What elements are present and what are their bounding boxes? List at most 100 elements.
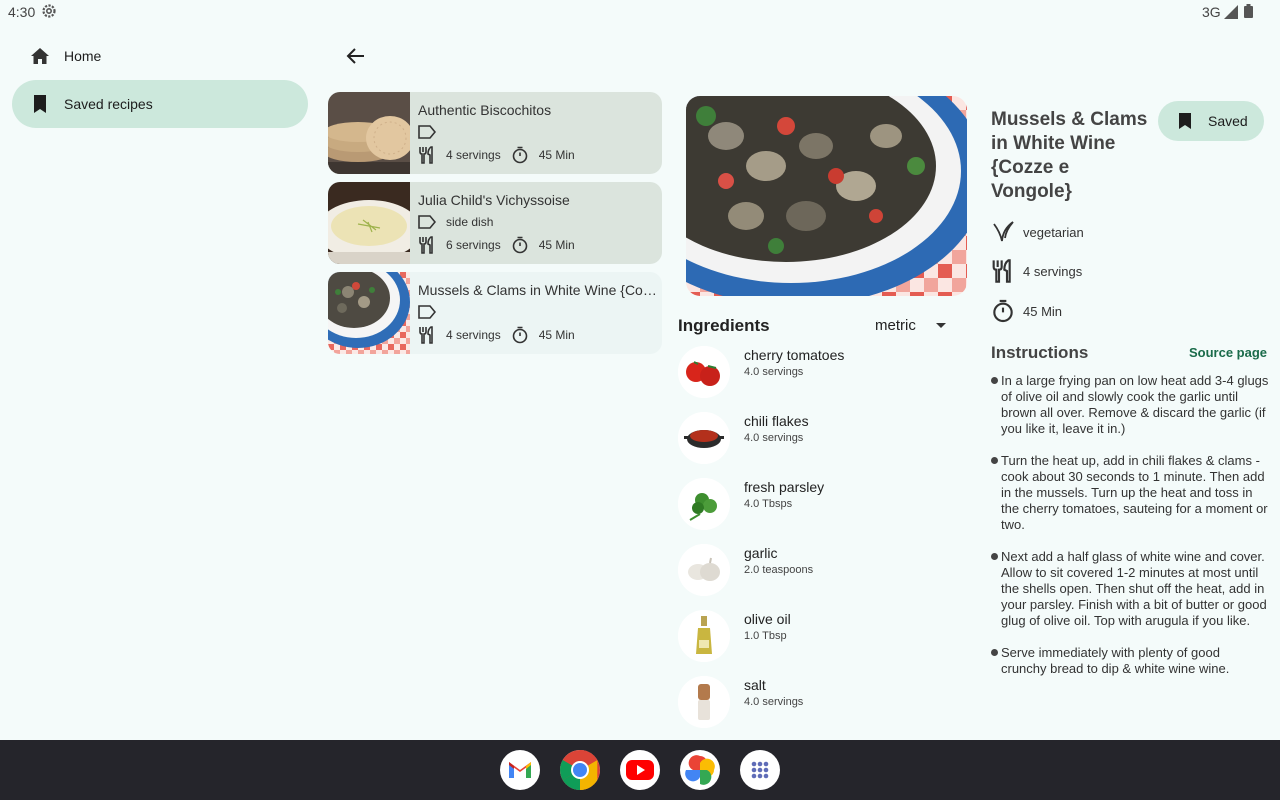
nav-item-label: Saved recipes [64, 96, 153, 112]
bullet-icon [991, 553, 998, 560]
ingredient-quantity: 2.0 teaspoons [744, 564, 814, 576]
ingredient-quantity: 4.0 servings [744, 432, 804, 444]
instruction-step: In a large frying pan on low heat add 3-… [991, 373, 1269, 437]
chrome-app-button[interactable] [560, 750, 600, 790]
recipe-tag: side dish [446, 215, 494, 229]
ingredient-item: salt 4.0 servings [678, 676, 958, 730]
ingredient-name: salt [744, 677, 766, 693]
fork-knife-icon [419, 326, 433, 344]
gmail-icon [509, 762, 531, 778]
fork-knife-icon [419, 236, 433, 254]
dropdown-caret-icon [935, 323, 946, 328]
servings-label: 4 servings [1023, 263, 1083, 279]
recipe-card-vichyssoise[interactable]: Julia Child's Vichyssoise side dish 6 se… [328, 182, 662, 264]
nav-item-home[interactable]: Home [12, 32, 308, 80]
recipe-meta: 4 servings 45 Min [418, 326, 575, 344]
bullet-icon [991, 649, 998, 656]
recipe-title: Julia Child's Vichyssoise [418, 192, 570, 208]
ingredients-heading: Ingredients [678, 316, 770, 335]
battery-icon [1244, 4, 1253, 18]
taskbar [0, 740, 1280, 800]
recipe-thumbnail [328, 272, 410, 354]
ingredient-name: olive oil [744, 611, 791, 627]
fork-knife-icon [419, 146, 433, 164]
source-page-link[interactable]: Source page [1189, 345, 1267, 360]
home-icon [31, 48, 49, 64]
ingredient-quantity: 4.0 Tbsps [744, 498, 793, 510]
recipe-servings: 4 servings [446, 148, 501, 162]
leaf-icon [993, 221, 1014, 242]
ingredient-item: chili flakes 4.0 servings [678, 412, 958, 466]
photos-icon [685, 755, 715, 785]
unit-system-value: metric [875, 317, 916, 334]
recipe-title: Mussels & Clams in White Wine {Cozzé e V… [418, 282, 658, 298]
recipe-meta: 4 servings 45 Min [418, 146, 575, 164]
chrome-icon [560, 750, 600, 790]
recipe-meta: 6 servings 45 Min [418, 236, 575, 254]
ingredient-quantity: 1.0 Tbsp [744, 630, 787, 642]
app-drawer-button[interactable] [740, 750, 780, 790]
ingredient-quantity: 4.0 servings [744, 696, 804, 708]
gmail-app-button[interactable] [500, 750, 540, 790]
recipe-card-biscochitos[interactable]: Authentic Biscochitos 4 servings 45 Min [328, 92, 662, 174]
garlic-image [678, 544, 730, 596]
salt-image [678, 676, 730, 728]
recipe-thumbnail [328, 182, 410, 264]
instruction-text: Next add a half glass of white wine and … [1001, 549, 1267, 628]
fresh-parsley-image [678, 478, 730, 530]
saved-toggle-button[interactable]: Saved [1158, 101, 1264, 141]
instruction-text: Turn the heat up, add in chili flakes & … [1001, 453, 1268, 532]
recipe-time: 45 Min [538, 238, 575, 252]
arrow-back-icon [346, 48, 364, 64]
recipe-time: 45 Min [538, 328, 575, 342]
timer-icon [512, 146, 528, 164]
chili-flakes-image [678, 412, 730, 464]
back-button[interactable] [340, 40, 372, 72]
instruction-text: Serve immediately with plenty of good cr… [1001, 645, 1230, 676]
label-tag-icon [418, 125, 436, 139]
timer-icon [993, 299, 1013, 323]
timer-icon [512, 326, 528, 344]
recipe-tag-row [418, 125, 446, 139]
ingredient-item: olive oil 1.0 Tbsp [678, 610, 958, 664]
ingredient-name: chili flakes [744, 413, 809, 429]
recipe-time: 45 Min [538, 148, 575, 162]
photos-app-button[interactable] [680, 750, 720, 790]
unit-system-dropdown[interactable]: metric [875, 317, 946, 334]
youtube-icon [626, 760, 654, 780]
cherry-tomatoes-image [678, 346, 730, 398]
ingredient-quantity: 4.0 servings [744, 366, 804, 378]
recipe-card-mussels-clams[interactable]: Mussels & Clams in White Wine {Cozzé e V… [328, 272, 662, 354]
instruction-step: Turn the heat up, add in chili flakes & … [991, 453, 1269, 533]
time-label: 45 Min [1023, 303, 1063, 319]
youtube-app-button[interactable] [620, 750, 660, 790]
olive-oil-image [678, 610, 730, 662]
ingredient-name: fresh parsley [744, 479, 825, 495]
recipe-detail-title: Mussels & Clams in White Wine {Cozze e V… [991, 109, 1148, 202]
instructions-heading: Instructions [991, 343, 1089, 362]
servings-row: 4 servings [991, 259, 1082, 283]
nav-item-saved-recipes[interactable]: Saved recipes [12, 80, 308, 128]
recipe-tag-row: side dish [418, 215, 493, 229]
bullet-icon [991, 457, 998, 464]
label-tag-icon [418, 305, 436, 319]
instruction-text: In a large frying pan on low heat add 3-… [1001, 373, 1269, 436]
app-drawer-icon [751, 761, 769, 779]
instruction-step: Serve immediately with plenty of good cr… [991, 645, 1269, 677]
bullet-icon [991, 377, 998, 384]
status-bar: 4:30 3G [0, 0, 1280, 24]
nav-item-label: Home [64, 48, 102, 64]
saved-label: Saved [1208, 113, 1248, 129]
recipe-thumbnail [328, 92, 410, 174]
recipe-tag-row [418, 305, 446, 319]
diet-row: vegetarian [991, 220, 1084, 244]
settings-gear-icon [42, 4, 56, 18]
time-row: 45 Min [991, 299, 1062, 323]
instruction-step: Next add a half glass of white wine and … [991, 549, 1269, 629]
instructions-list: In a large frying pan on low heat add 3-… [991, 373, 1269, 693]
label-tag-icon [418, 215, 436, 229]
fork-knife-icon [992, 259, 1011, 283]
recipe-hero-image [686, 96, 967, 296]
ingredient-item: cherry tomatoes 4.0 servings [678, 346, 958, 400]
ingredient-name: garlic [744, 545, 778, 561]
